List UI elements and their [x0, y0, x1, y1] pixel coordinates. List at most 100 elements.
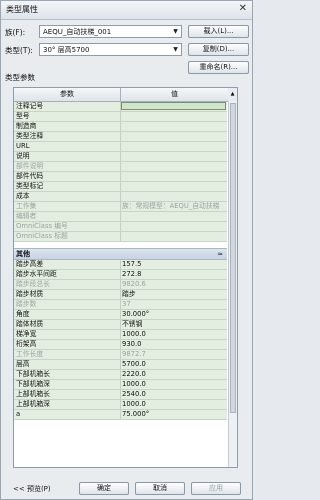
parameter-row[interactable]: 梯净宽 1000.0: [14, 330, 227, 340]
parameter-row[interactable]: 工作长度 9872.7: [14, 350, 227, 360]
parameter-row[interactable]: 踏步高差 157.5: [14, 260, 227, 270]
parameter-row[interactable]: 工作集 族：常规模型：AEQU_自动扶梯: [14, 202, 227, 212]
parameter-value[interactable]: 157.5: [122, 260, 141, 269]
column-divider: [120, 410, 121, 419]
column-divider: [120, 182, 121, 191]
parameter-value[interactable]: 1000.0: [122, 380, 146, 389]
parameter-name: 角度: [16, 310, 30, 318]
parameter-row[interactable]: 型号: [14, 112, 227, 122]
type-select[interactable]: 30° 层高5700 ▼: [39, 43, 182, 56]
group-row-other[interactable]: 其他 ≈: [14, 248, 227, 260]
parameter-name: 类型标记: [16, 182, 44, 190]
preview-button[interactable]: << 预览(P): [13, 484, 51, 494]
parameter-name: 制造商: [16, 122, 37, 130]
column-divider: [120, 300, 121, 309]
column-divider: [120, 310, 121, 319]
ok-button[interactable]: 确定: [79, 482, 129, 495]
chevron-down-icon: ▼: [173, 46, 178, 53]
parameter-row[interactable]: OmniClass 标题: [14, 232, 227, 242]
parameter-row[interactable]: 上部机箱深 1000.0: [14, 400, 227, 410]
scrollbar-thumb[interactable]: [230, 103, 236, 413]
parameter-value[interactable]: 30.000°: [122, 310, 149, 319]
value-edit-field[interactable]: [121, 102, 226, 110]
parameter-row[interactable]: 类型注释: [14, 132, 227, 142]
column-divider: [120, 202, 121, 211]
parameter-row[interactable]: 下部机箱深 1000.0: [14, 380, 227, 390]
type-select-value: 30° 层高5700: [43, 46, 90, 54]
load-button[interactable]: 载入(L)...: [188, 25, 249, 38]
rename-button[interactable]: 重命名(R)...: [188, 61, 249, 74]
column-divider: [120, 172, 121, 181]
parameter-name: 工作长度: [16, 350, 44, 358]
parameter-row[interactable]: 制造商: [14, 122, 227, 132]
column-divider: [120, 162, 121, 171]
column-divider: [120, 400, 121, 409]
parameter-name: 上部机箱深: [16, 400, 50, 408]
parameter-row[interactable]: 踏步数 37: [14, 300, 227, 310]
parameter-name: 上部机箱长: [16, 390, 50, 398]
parameter-row[interactable]: 踏体材质 不锈钢: [14, 320, 227, 330]
parameter-name: 编辑者: [16, 212, 37, 220]
parameter-row[interactable]: 桁架高 930.0: [14, 340, 227, 350]
parameter-row[interactable]: 编辑者: [14, 212, 227, 222]
column-divider: [120, 330, 121, 339]
parameter-value[interactable]: 1000.0: [122, 400, 146, 409]
column-divider: [120, 360, 121, 369]
parameter-row[interactable]: 踏步水平间距 272.8: [14, 270, 227, 280]
column-divider: [120, 212, 121, 221]
title-bar: 类型属性 ✕: [1, 1, 252, 20]
parameter-row[interactable]: 角度 30.000°: [14, 310, 227, 320]
parameter-name: 下部机箱长: [16, 370, 50, 378]
collapse-icon[interactable]: ≈: [217, 249, 223, 259]
parameter-value[interactable]: 踏步: [122, 290, 136, 299]
parameter-row[interactable]: 层高 5700.0: [14, 360, 227, 370]
parameter-value[interactable]: 5700.0: [122, 360, 146, 369]
column-divider: [120, 350, 121, 359]
parameter-value[interactable]: 930.0: [122, 340, 141, 349]
parameter-name: OmniClass 编号: [16, 222, 68, 230]
parameter-row[interactable]: 部件代码: [14, 172, 227, 182]
vertical-scrollbar[interactable]: [228, 101, 237, 467]
parameter-row[interactable]: 成本: [14, 192, 227, 202]
parameter-row[interactable]: URL: [14, 142, 227, 152]
apply-button[interactable]: 应用: [191, 482, 241, 495]
parameter-name: 踏步水平间距: [16, 270, 57, 278]
parameter-row[interactable]: OmniClass 编号: [14, 222, 227, 232]
column-divider: [120, 370, 121, 379]
type-label: 类型(T):: [5, 46, 33, 55]
parameter-value[interactable]: 75.000°: [122, 410, 149, 419]
parameter-name: 踏步段总长: [16, 280, 50, 288]
parameter-value[interactable]: 2220.0: [122, 370, 146, 379]
parameter-row[interactable]: 说明: [14, 152, 227, 162]
type-properties-dialog: 类型属性 ✕ 族(F): AEQU_自动扶梯_001 ▼ 载入(L)... 类型…: [0, 0, 253, 500]
parameter-row[interactable]: 踏步材质 踏步: [14, 290, 227, 300]
parameter-row[interactable]: 踏步段总长 9820.6: [14, 280, 227, 290]
column-divider: [120, 142, 121, 151]
parameter-value[interactable]: 2540.0: [122, 390, 146, 399]
parameter-value: 族：常规模型：AEQU_自动扶梯: [122, 202, 220, 210]
parameter-value[interactable]: 不锈钢: [122, 320, 142, 329]
parameter-name: 踏步数: [16, 300, 37, 308]
parameter-value[interactable]: 1000.0: [122, 330, 146, 339]
parameter-name: 踏步材质: [16, 290, 44, 298]
parameter-row[interactable]: a 75.000°: [14, 410, 227, 420]
family-select[interactable]: AEQU_自动扶梯_001 ▼: [39, 25, 182, 38]
parameter-row[interactable]: 下部机箱长 2220.0: [14, 370, 227, 380]
parameter-row[interactable]: 上部机箱长 2540.0: [14, 390, 227, 400]
scroll-up-icon[interactable]: ▲: [228, 88, 237, 101]
duplicate-button[interactable]: 复制(D)...: [188, 43, 249, 56]
group-name: 其他: [16, 250, 30, 258]
parameter-value[interactable]: 272.8: [122, 270, 141, 279]
parameter-name: 成本: [16, 192, 30, 200]
parameter-name: 踏步高差: [16, 260, 44, 268]
parameter-name: 说明: [16, 152, 30, 160]
header-value: 值: [171, 90, 178, 98]
cancel-button[interactable]: 取消: [135, 482, 185, 495]
column-divider: [120, 290, 121, 299]
column-divider: [120, 112, 121, 121]
parameter-value: 37: [122, 300, 131, 308]
close-icon[interactable]: ✕: [239, 3, 247, 14]
parameter-row[interactable]: 部件说明: [14, 162, 227, 172]
parameter-row[interactable]: 类型标记: [14, 182, 227, 192]
parameter-row[interactable]: 注释记号: [14, 102, 227, 112]
